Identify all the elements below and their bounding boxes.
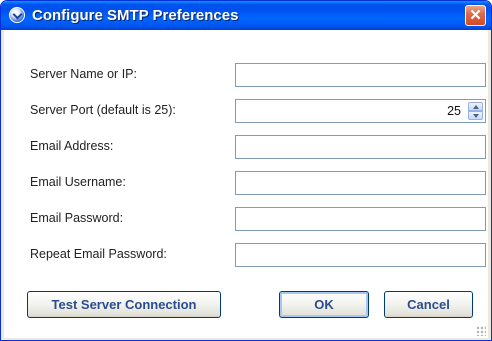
resize-grip-icon[interactable]: [476, 326, 486, 336]
server-name-row: Server Name or IP:: [4, 63, 488, 87]
repeat-password-input[interactable]: [235, 243, 486, 267]
smtp-dialog: Configure SMTP Preferences ✕ Server Name…: [0, 0, 492, 341]
close-button[interactable]: ✕: [465, 5, 486, 26]
server-port-spinner[interactable]: 25: [235, 99, 486, 123]
server-port-label: Server Port (default is 25):: [30, 103, 176, 117]
server-port-row: Server Port (default is 25): 25: [4, 99, 488, 123]
repeat-password-label: Repeat Email Password:: [30, 247, 167, 261]
arrow-up-icon: [473, 105, 479, 109]
window-title: Configure SMTP Preferences: [32, 7, 239, 24]
email-address-input[interactable]: [235, 135, 486, 159]
app-icon: [9, 7, 25, 23]
email-username-input[interactable]: [235, 171, 486, 195]
server-name-input[interactable]: [235, 63, 486, 87]
arrow-down-icon: [473, 114, 479, 118]
test-server-connection-button[interactable]: Test Server Connection: [27, 291, 221, 318]
close-icon: ✕: [469, 7, 482, 24]
email-password-input[interactable]: [235, 207, 486, 231]
cancel-button[interactable]: Cancel: [384, 291, 473, 318]
email-address-row: Email Address:: [4, 135, 488, 159]
email-username-label: Email Username:: [30, 175, 126, 189]
title-bar[interactable]: Configure SMTP Preferences ✕: [1, 1, 491, 30]
spinner-up-button[interactable]: [468, 102, 483, 111]
dialog-body: Server Name or IP: Server Port (default …: [4, 30, 488, 338]
spinner-buttons: [468, 102, 483, 120]
spinner-down-button[interactable]: [468, 111, 483, 120]
email-username-row: Email Username:: [4, 171, 488, 195]
ok-button[interactable]: OK: [279, 291, 369, 318]
email-password-label: Email Password:: [30, 211, 124, 225]
email-password-row: Email Password:: [4, 207, 488, 231]
email-address-label: Email Address:: [30, 139, 114, 153]
repeat-password-row: Repeat Email Password:: [4, 243, 488, 267]
server-port-value: 25: [447, 104, 461, 118]
server-name-label: Server Name or IP:: [30, 67, 137, 81]
